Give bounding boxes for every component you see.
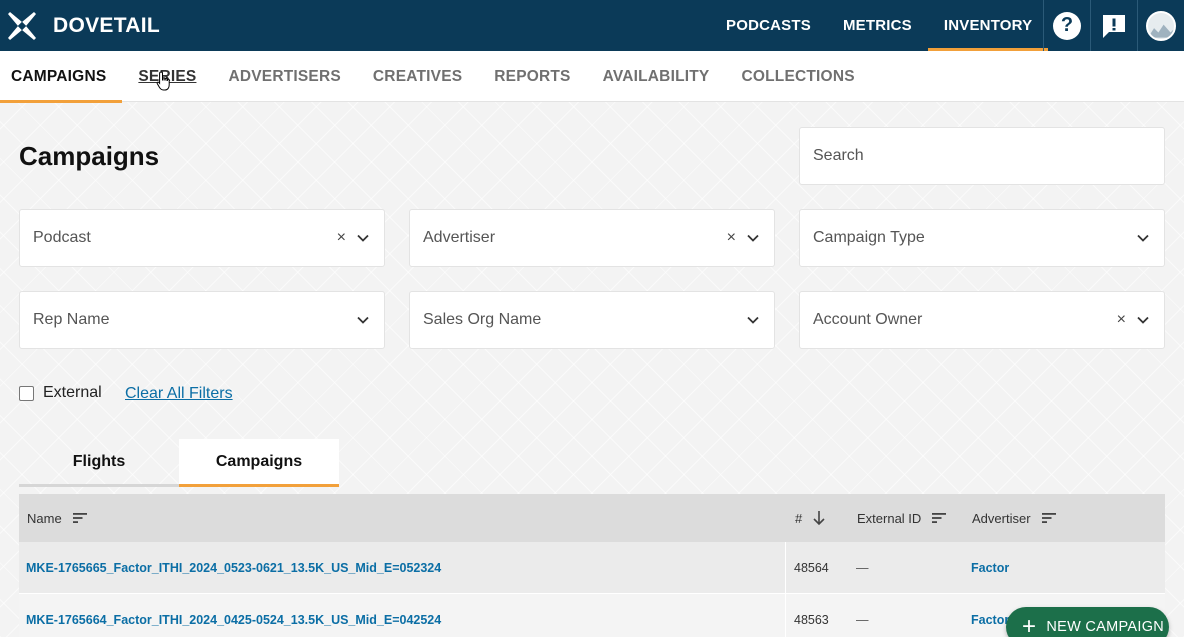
column-header-name[interactable]: Name — [19, 494, 786, 542]
account-owner-select-label: Account Owner — [813, 311, 923, 328]
sort-icon — [1041, 513, 1056, 523]
subnav-creatives-label: CREATIVES — [372, 67, 463, 85]
chevron-down-icon[interactable] — [1136, 231, 1150, 245]
topnav-podcasts[interactable]: PODCASTS — [710, 0, 827, 51]
clear-icon[interactable]: × — [337, 229, 346, 247]
sort-icon — [932, 513, 947, 523]
external-id-value: — — [856, 560, 869, 575]
campaign-type-select-label: Campaign Type — [813, 229, 925, 246]
new-campaign-button[interactable]: + NEW CAMPAIGN — [1006, 607, 1169, 637]
feedback-button[interactable] — [1090, 0, 1137, 51]
table-row: MKE-1765665_Factor_ITHI_2024_0523-0621_1… — [19, 542, 1165, 594]
subnav-reports[interactable]: REPORTS — [478, 51, 586, 102]
subnav-advertisers-label: ADVERTISERS — [228, 67, 341, 85]
subnav-collections-label: COLLECTIONS — [741, 67, 855, 85]
chevron-down-icon[interactable] — [356, 231, 370, 245]
subnav-reports-label: REPORTS — [494, 67, 571, 85]
column-name-label: Name — [27, 510, 62, 526]
chevron-down-icon[interactable] — [356, 313, 370, 327]
podcast-select[interactable]: Podcast × — [19, 209, 385, 267]
subnav-series-label: SERIES — [138, 67, 197, 85]
campaign-name-link[interactable]: MKE-1765664_Factor_ITHI_2024_0425-0524_1… — [26, 613, 441, 627]
advertiser-link[interactable]: Factor — [971, 613, 1009, 627]
search-field[interactable] — [799, 127, 1165, 185]
dovetail-logo-icon — [8, 11, 36, 40]
search-input[interactable] — [813, 147, 1164, 165]
avatar-button[interactable] — [1137, 0, 1184, 51]
clear-all-filters-link[interactable]: Clear All Filters — [125, 385, 233, 403]
sales-org-select[interactable]: Sales Org Name — [409, 291, 775, 349]
tab-flights[interactable]: Flights — [19, 439, 179, 487]
subnav-campaigns[interactable]: CAMPAIGNS — [0, 51, 123, 103]
sub-nav: CAMPAIGNS SERIES ADVERTISERS CREATIVES R… — [0, 51, 1184, 103]
clear-icon[interactable]: × — [1117, 311, 1126, 329]
logo[interactable]: DOVETAIL — [0, 0, 160, 51]
advertiser-link[interactable]: Factor — [971, 561, 1009, 575]
external-filter[interactable]: External — [19, 384, 102, 402]
arrow-down-icon — [813, 511, 825, 526]
top-bar: DOVETAIL PODCASTS METRICS INVENTORY ? — [0, 0, 1184, 51]
external-label: External — [43, 384, 102, 401]
campaign-number: 48564 — [794, 560, 829, 575]
sales-org-select-label: Sales Org Name — [423, 311, 542, 328]
top-icons: ? — [1043, 0, 1184, 51]
topnav-metrics[interactable]: METRICS — [827, 0, 928, 51]
campaign-name-link[interactable]: MKE-1765665_Factor_ITHI_2024_0523-0621_1… — [26, 561, 441, 575]
podcast-select-label: Podcast — [33, 229, 91, 246]
subnav-series[interactable]: SERIES — [122, 51, 212, 102]
subnav-availability-label: AVAILABILITY — [602, 67, 710, 85]
avatar — [1146, 10, 1176, 41]
column-num-label: # — [795, 510, 803, 526]
column-external-id-label: External ID — [857, 510, 922, 526]
account-owner-select[interactable]: Account Owner × — [799, 291, 1165, 349]
external-checkbox[interactable] — [19, 385, 34, 401]
advertiser-select-label: Advertiser — [423, 229, 496, 246]
feedback-icon — [1103, 14, 1125, 38]
rep-name-select[interactable]: Rep Name — [19, 291, 385, 349]
page-title: Campaigns — [19, 141, 160, 171]
view-tabs: Flights Campaigns — [19, 439, 339, 487]
column-advertiser-label: Advertiser — [972, 510, 1031, 526]
chevron-down-icon[interactable] — [1136, 313, 1150, 327]
campaign-type-select[interactable]: Campaign Type — [799, 209, 1165, 267]
campaigns-table: Name # External ID Advertiser MKE-176566… — [19, 494, 1165, 637]
help-icon: ? — [1053, 11, 1081, 40]
help-button[interactable]: ? — [1043, 0, 1090, 51]
chevron-down-icon[interactable] — [746, 231, 760, 245]
table-row: MKE-1765664_Factor_ITHI_2024_0425-0524_1… — [19, 594, 1165, 637]
topnav-inventory[interactable]: INVENTORY — [927, 0, 1049, 51]
clear-icon[interactable]: × — [727, 229, 736, 247]
tab-campaigns[interactable]: Campaigns — [179, 439, 339, 487]
subnav-campaigns-label: CAMPAIGNS — [11, 67, 107, 85]
subnav-advertisers[interactable]: ADVERTISERS — [212, 51, 356, 102]
brand-name: DOVETAIL — [53, 13, 161, 37]
subnav-creatives[interactable]: CREATIVES — [357, 51, 478, 102]
column-header-advertiser[interactable]: Advertiser — [963, 494, 1057, 542]
subnav-collections[interactable]: COLLECTIONS — [725, 51, 870, 102]
new-campaign-label: NEW CAMPAIGN — [1046, 619, 1165, 635]
advertiser-select[interactable]: Advertiser × — [409, 209, 775, 267]
chevron-down-icon[interactable] — [746, 313, 760, 327]
rep-name-select-label: Rep Name — [33, 311, 110, 328]
sort-icon — [72, 513, 87, 523]
column-header-external-id[interactable]: External ID — [848, 494, 963, 542]
external-id-value: — — [856, 612, 869, 627]
campaign-number: 48563 — [794, 612, 829, 627]
column-header-num[interactable]: # — [786, 494, 848, 542]
top-nav: PODCASTS METRICS INVENTORY — [710, 0, 1049, 51]
plus-icon: + — [1022, 613, 1037, 637]
table-header: Name # External ID Advertiser — [19, 494, 1165, 542]
subnav-availability[interactable]: AVAILABILITY — [587, 51, 726, 102]
